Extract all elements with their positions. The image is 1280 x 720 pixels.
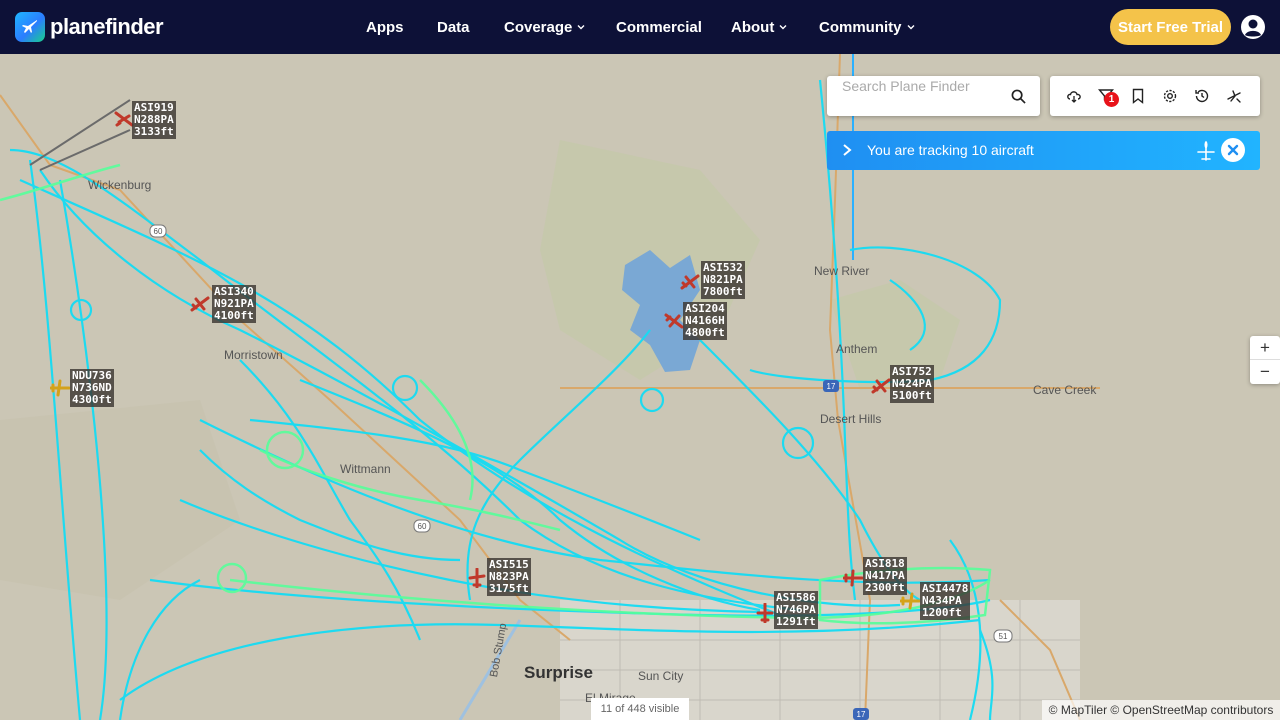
chevron-down-icon [907, 25, 914, 30]
aircraft-label-asi752[interactable]: ASI752 N424PA 5100ft [890, 365, 934, 403]
aircraft-icon[interactable] [467, 568, 487, 588]
place-surprise: Surprise [524, 663, 593, 682]
route-shield-60a: 60 [154, 227, 163, 236]
chevron-right-icon[interactable] [841, 142, 853, 158]
plane-logo-icon [15, 12, 45, 42]
place-wittmann: Wittmann [340, 462, 391, 476]
start-free-trial-button[interactable]: Start Free Trial [1110, 9, 1231, 45]
nav-about-label: About [731, 18, 775, 36]
altitude: 7800ft [703, 285, 743, 298]
altitude: 3133ft [134, 125, 174, 138]
map-toolbar [1050, 76, 1260, 116]
aircraft-icon[interactable] [114, 109, 134, 129]
aircraft-label-ndu736[interactable]: NDU736 N736ND 4300ft [70, 369, 114, 407]
bookmark-icon[interactable] [1130, 88, 1146, 104]
nav-data[interactable]: Data [437, 19, 470, 36]
place-sun-city: Sun City [638, 669, 684, 683]
airport-plane-icon[interactable] [1226, 88, 1242, 104]
aircraft-label-asi586[interactable]: ASI586 N746PA 1291ft [774, 591, 818, 629]
place-anthem: Anthem [836, 342, 878, 356]
logo[interactable]: planefinder [15, 12, 164, 42]
route-shield-51: 51 [999, 632, 1008, 641]
aircraft-icon[interactable] [190, 294, 210, 314]
history-icon[interactable] [1194, 88, 1210, 104]
aircraft-label-asi4478[interactable]: ASI4478 N434PA 1200ft [920, 582, 971, 620]
search-input[interactable] [842, 78, 1002, 94]
nav-apps[interactable]: Apps [366, 19, 404, 36]
search-box [827, 76, 1040, 116]
place-desert-hills: Desert Hills [820, 412, 882, 426]
route-shield-17b: 17 [857, 710, 866, 719]
nav-community-label: Community [819, 18, 902, 36]
aircraft-icon[interactable] [900, 591, 920, 611]
nav-about[interactable]: About [731, 19, 787, 36]
visible-count: 11 of 448 visible [591, 698, 689, 720]
place-morristown: Morristown [224, 348, 283, 362]
aircraft-icon[interactable] [50, 378, 70, 398]
aircraft-label-asi515[interactable]: ASI515 N823PA 3175ft [487, 558, 531, 596]
altitude: 1200ft [922, 606, 962, 619]
zoom-control: + − [1250, 336, 1280, 384]
route-shield-17a: 17 [827, 382, 836, 391]
aircraft-icon[interactable] [843, 568, 863, 588]
nav-community[interactable]: Community [819, 19, 915, 36]
altitude: 4800ft [685, 326, 725, 339]
aircraft-label-asi340[interactable]: ASI340 N921PA 4100ft [212, 285, 256, 323]
aircraft-label-asi204[interactable]: ASI204 N4166H 4800ft [683, 302, 727, 340]
zoom-in-button[interactable]: + [1250, 336, 1280, 360]
route-shield-60b: 60 [418, 522, 427, 531]
zoom-out-button[interactable]: − [1250, 360, 1280, 384]
aircraft-label-asi919[interactable]: ASI919 N288PA 3133ft [132, 101, 176, 139]
altitude: 5100ft [892, 389, 932, 402]
aircraft-icon[interactable] [664, 311, 684, 331]
chevron-down-icon [577, 25, 585, 30]
close-tracking-button[interactable] [1221, 138, 1245, 162]
aircraft-label-asi532[interactable]: ASI532 N821PA 7800ft [701, 261, 745, 299]
aircraft-icon[interactable] [680, 272, 700, 292]
nav-commercial-label: Commercial [616, 18, 702, 36]
altitude: 2300ft [865, 581, 905, 594]
chevron-down-icon [779, 25, 787, 30]
place-wickenburg: Wickenburg [88, 178, 152, 192]
filter-count-badge: 1 [1104, 92, 1119, 107]
nav-coverage[interactable]: Coverage [504, 19, 585, 36]
place-new-river: New River [814, 264, 870, 278]
top-nav: planefinder Apps Data Coverage Commercia… [0, 0, 1280, 54]
account-icon[interactable] [1240, 14, 1266, 40]
nav-data-label: Data [437, 18, 470, 36]
map-attribution[interactable]: © MapTiler © OpenStreetMap contributors [1042, 700, 1280, 720]
place-cave-creek: Cave Creek [1033, 383, 1097, 397]
tracking-banner[interactable]: You are tracking 10 aircraft [827, 131, 1260, 170]
nav-coverage-label: Coverage [504, 18, 573, 36]
nav-commercial[interactable]: Commercial [616, 19, 702, 36]
tracking-text: You are tracking 10 aircraft [867, 142, 1034, 158]
close-icon [1227, 144, 1239, 156]
search-icon[interactable] [1011, 89, 1026, 104]
settings-gear-icon[interactable] [1162, 88, 1178, 104]
altitude: 3175ft [489, 582, 529, 595]
altitude: 4300ft [72, 393, 112, 406]
aircraft-label-asi818[interactable]: ASI818 N417PA 2300ft [863, 557, 907, 595]
aircraft-icon[interactable] [755, 603, 775, 623]
plane-icon [1197, 140, 1215, 161]
nav-apps-label: Apps [366, 18, 404, 36]
aircraft-icon[interactable] [871, 376, 891, 396]
brand-name: planefinder [50, 14, 164, 39]
altitude: 1291ft [776, 615, 816, 628]
altitude: 4100ft [214, 309, 254, 322]
weather-icon[interactable] [1066, 88, 1082, 104]
